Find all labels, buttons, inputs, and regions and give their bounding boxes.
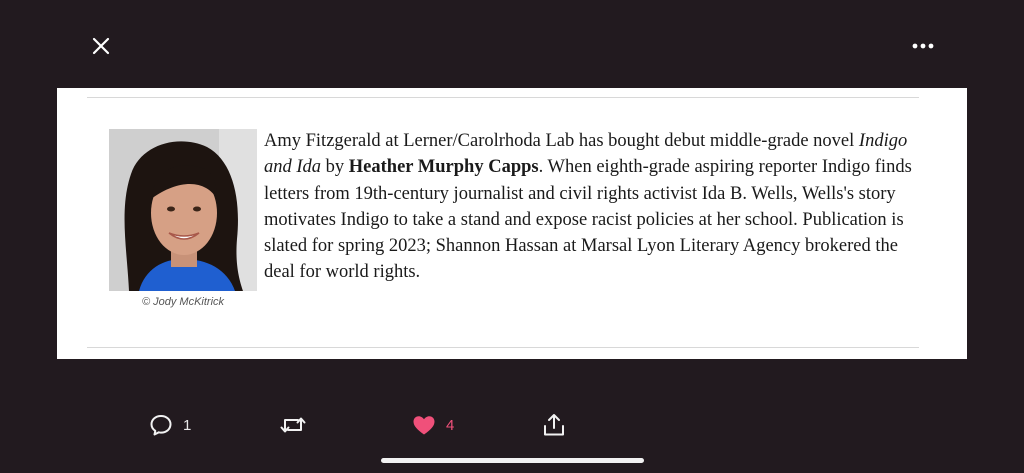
reply-count: 1 (183, 416, 192, 434)
home-indicator[interactable] (381, 458, 644, 463)
photo-credit: © Jody McKitrick (141, 296, 225, 308)
retweet-button[interactable] (279, 410, 307, 440)
tweet-action-bar: 1 4 (0, 410, 1024, 440)
article-text: Amy Fitzgerald at Lerner/Carolrhoda Lab … (264, 131, 859, 151)
like-count: 4 (446, 416, 455, 434)
retweet-icon (280, 417, 306, 433)
reply-button[interactable]: 1 (148, 410, 191, 440)
divider (87, 97, 919, 98)
reply-icon (150, 415, 172, 436)
more-horizontal-icon (912, 43, 934, 49)
close-icon (92, 37, 110, 55)
more-options-button[interactable] (908, 36, 938, 56)
like-button[interactable]: 4 (411, 410, 454, 440)
author-photo (109, 129, 257, 291)
divider (87, 347, 919, 348)
article-text: by (321, 157, 349, 178)
share-icon (544, 414, 564, 436)
share-button[interactable] (541, 410, 567, 440)
author-name: Heather Murphy Capps (348, 157, 539, 178)
close-button[interactable] (88, 33, 114, 59)
article-paragraph: Amy Fitzgerald at Lerner/Carolrhoda Lab … (264, 128, 924, 286)
tweet-media-image[interactable]: © Jody McKitrick Amy Fitzgerald at Lerne… (57, 88, 967, 359)
heart-icon (413, 416, 435, 435)
